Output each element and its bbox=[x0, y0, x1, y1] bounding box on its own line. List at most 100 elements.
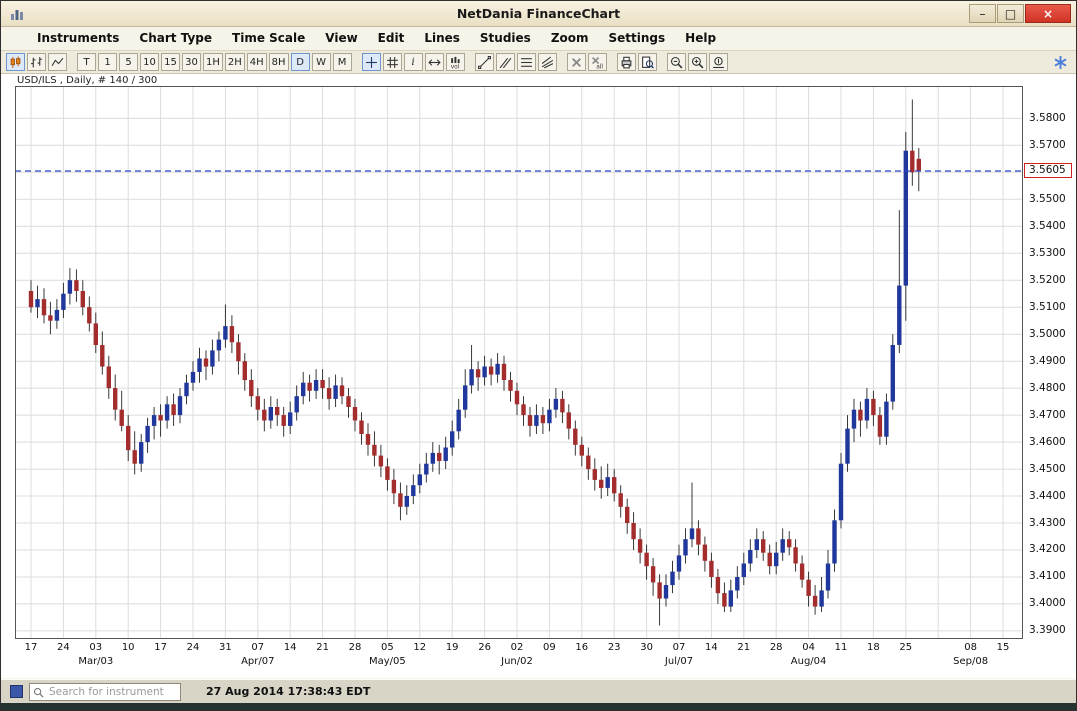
time-axis-month-label: Mar/03 bbox=[73, 656, 119, 667]
price-axis-label: 3.4900 bbox=[1029, 355, 1075, 367]
timeframe-tick-button[interactable]: T bbox=[77, 53, 96, 71]
toolbar-button-label: 1H bbox=[206, 57, 220, 68]
time-axis-day-label: 02 bbox=[504, 642, 530, 653]
time-axis-day-label: 18 bbox=[860, 642, 886, 653]
trend-line-button[interactable] bbox=[475, 53, 494, 71]
zoom-in-button[interactable] bbox=[688, 53, 707, 71]
timeframe-1hour-button[interactable]: 1H bbox=[203, 53, 223, 71]
price-axis-label: 3.5400 bbox=[1029, 220, 1075, 232]
timeframe-4hour-button[interactable]: 4H bbox=[247, 53, 267, 71]
price-axis-label: 3.4400 bbox=[1029, 490, 1075, 502]
timeframe-monthly-button[interactable]: M bbox=[333, 53, 352, 71]
scroll-horizontal-button[interactable] bbox=[425, 53, 444, 71]
print-preview-button[interactable] bbox=[638, 53, 657, 71]
svg-text:all: all bbox=[596, 64, 603, 68]
menu-chart-type[interactable]: Chart Type bbox=[129, 27, 222, 50]
window-title: NetDania FinanceChart bbox=[1, 1, 1076, 27]
menu-lines[interactable]: Lines bbox=[414, 27, 470, 50]
delete-all-button[interactable]: all bbox=[588, 53, 607, 71]
price-axis-label: 3.5100 bbox=[1029, 301, 1075, 313]
toolbar-button-label: 4H bbox=[250, 57, 264, 68]
harrow-icon bbox=[428, 56, 441, 69]
pitchfork-button[interactable] bbox=[538, 53, 557, 71]
time-axis-day-label: 24 bbox=[180, 642, 206, 653]
grid-button[interactable] bbox=[383, 53, 402, 71]
app-window: NetDania FinanceChart – □ × InstrumentsC… bbox=[0, 0, 1077, 711]
link-group-button[interactable] bbox=[10, 685, 23, 698]
toolbar-button-label: W bbox=[316, 57, 326, 68]
zoom-reset-button[interactable] bbox=[709, 53, 728, 71]
time-axis-day-label: 26 bbox=[472, 642, 498, 653]
timeframe-15min-button[interactable]: 15 bbox=[161, 53, 180, 71]
timeframe-weekly-button[interactable]: W bbox=[312, 53, 331, 71]
bar-chart-button[interactable] bbox=[27, 53, 46, 71]
price-axis-label: 3.5000 bbox=[1029, 328, 1075, 340]
time-axis-day-label: 14 bbox=[277, 642, 303, 653]
print-button[interactable] bbox=[617, 53, 636, 71]
time-axis-day-label: 05 bbox=[374, 642, 400, 653]
vol-icon: vol bbox=[449, 56, 462, 69]
menu-edit[interactable]: Edit bbox=[368, 27, 415, 50]
menu-studies[interactable]: Studies bbox=[470, 27, 541, 50]
price-axis-label: 3.5800 bbox=[1029, 112, 1075, 124]
search-input[interactable] bbox=[47, 685, 172, 699]
time-axis-month-label: Jul/07 bbox=[656, 656, 702, 667]
price-axis-label: 3.5500 bbox=[1029, 193, 1075, 205]
minimize-button[interactable]: – bbox=[969, 4, 996, 23]
timeframe-daily-button[interactable]: D bbox=[291, 53, 310, 71]
menu-settings[interactable]: Settings bbox=[599, 27, 676, 50]
timeframe-8hour-button[interactable]: 8H bbox=[269, 53, 289, 71]
candlestick-chart[interactable] bbox=[15, 86, 1023, 639]
candlestick-chart-button[interactable] bbox=[6, 53, 25, 71]
close-button[interactable]: × bbox=[1025, 4, 1071, 23]
volume-button[interactable]: vol bbox=[446, 53, 465, 71]
time-axis-month-label: Apr/07 bbox=[235, 656, 281, 667]
candlestick-icon bbox=[9, 56, 22, 69]
menu-view[interactable]: View bbox=[315, 27, 367, 50]
price-axis-label: 3.4500 bbox=[1029, 463, 1075, 475]
time-axis-day-label: 21 bbox=[731, 642, 757, 653]
instrument-search-box[interactable] bbox=[29, 683, 181, 701]
price-marker: 3.5605 bbox=[1024, 163, 1072, 178]
price-axis-label: 3.5700 bbox=[1029, 139, 1075, 151]
time-axis-month-label: Aug/04 bbox=[786, 656, 832, 667]
zoomout-icon bbox=[670, 56, 683, 69]
fibonacci-button[interactable] bbox=[517, 53, 536, 71]
time-axis-day-label: 12 bbox=[407, 642, 433, 653]
info-button[interactable]: i bbox=[404, 53, 423, 71]
timeframe-2hour-button[interactable]: 2H bbox=[225, 53, 245, 71]
search-icon bbox=[33, 687, 44, 698]
crosshair-button[interactable] bbox=[362, 53, 381, 71]
menu-zoom[interactable]: Zoom bbox=[541, 27, 599, 50]
toolbar-button-label: 8H bbox=[272, 57, 286, 68]
price-axis-label: 3.4800 bbox=[1029, 382, 1075, 394]
menu-help[interactable]: Help bbox=[675, 27, 726, 50]
time-axis-day-label: 16 bbox=[569, 642, 595, 653]
app-icon[interactable] bbox=[9, 6, 25, 22]
zoom-out-button[interactable] bbox=[667, 53, 686, 71]
parallel-lines-button[interactable] bbox=[496, 53, 515, 71]
instrument-label: USD/ILS , Daily, # 140 / 300 bbox=[17, 75, 157, 86]
link-charts-button[interactable] bbox=[1052, 54, 1069, 71]
toolbar-button-label: 1 bbox=[104, 57, 110, 68]
time-axis-day-label: 31 bbox=[212, 642, 238, 653]
ohlc-icon bbox=[30, 56, 43, 69]
timeframe-10min-button[interactable]: 10 bbox=[140, 53, 159, 71]
timeframe-1min-button[interactable]: 1 bbox=[98, 53, 117, 71]
time-axis-day-label: 24 bbox=[50, 642, 76, 653]
timeframe-30min-button[interactable]: 30 bbox=[182, 53, 201, 71]
menu-time-scale[interactable]: Time Scale bbox=[222, 27, 315, 50]
price-axis-label: 3.3900 bbox=[1029, 624, 1075, 636]
menu-instruments[interactable]: Instruments bbox=[27, 27, 129, 50]
app-chart-icon bbox=[9, 6, 25, 22]
maximize-button[interactable]: □ bbox=[997, 4, 1024, 23]
delete-study-button[interactable] bbox=[567, 53, 586, 71]
status-bar: 27 Aug 2014 17:38:43 EDT bbox=[1, 678, 1076, 704]
time-axis-day-label: 28 bbox=[342, 642, 368, 653]
line-chart-button[interactable] bbox=[48, 53, 67, 71]
price-axis-label: 3.5200 bbox=[1029, 274, 1075, 286]
time-axis-day-label: 03 bbox=[83, 642, 109, 653]
timeframe-5min-button[interactable]: 5 bbox=[119, 53, 138, 71]
time-axis-day-label: 28 bbox=[763, 642, 789, 653]
price-axis-label: 3.4000 bbox=[1029, 597, 1075, 609]
